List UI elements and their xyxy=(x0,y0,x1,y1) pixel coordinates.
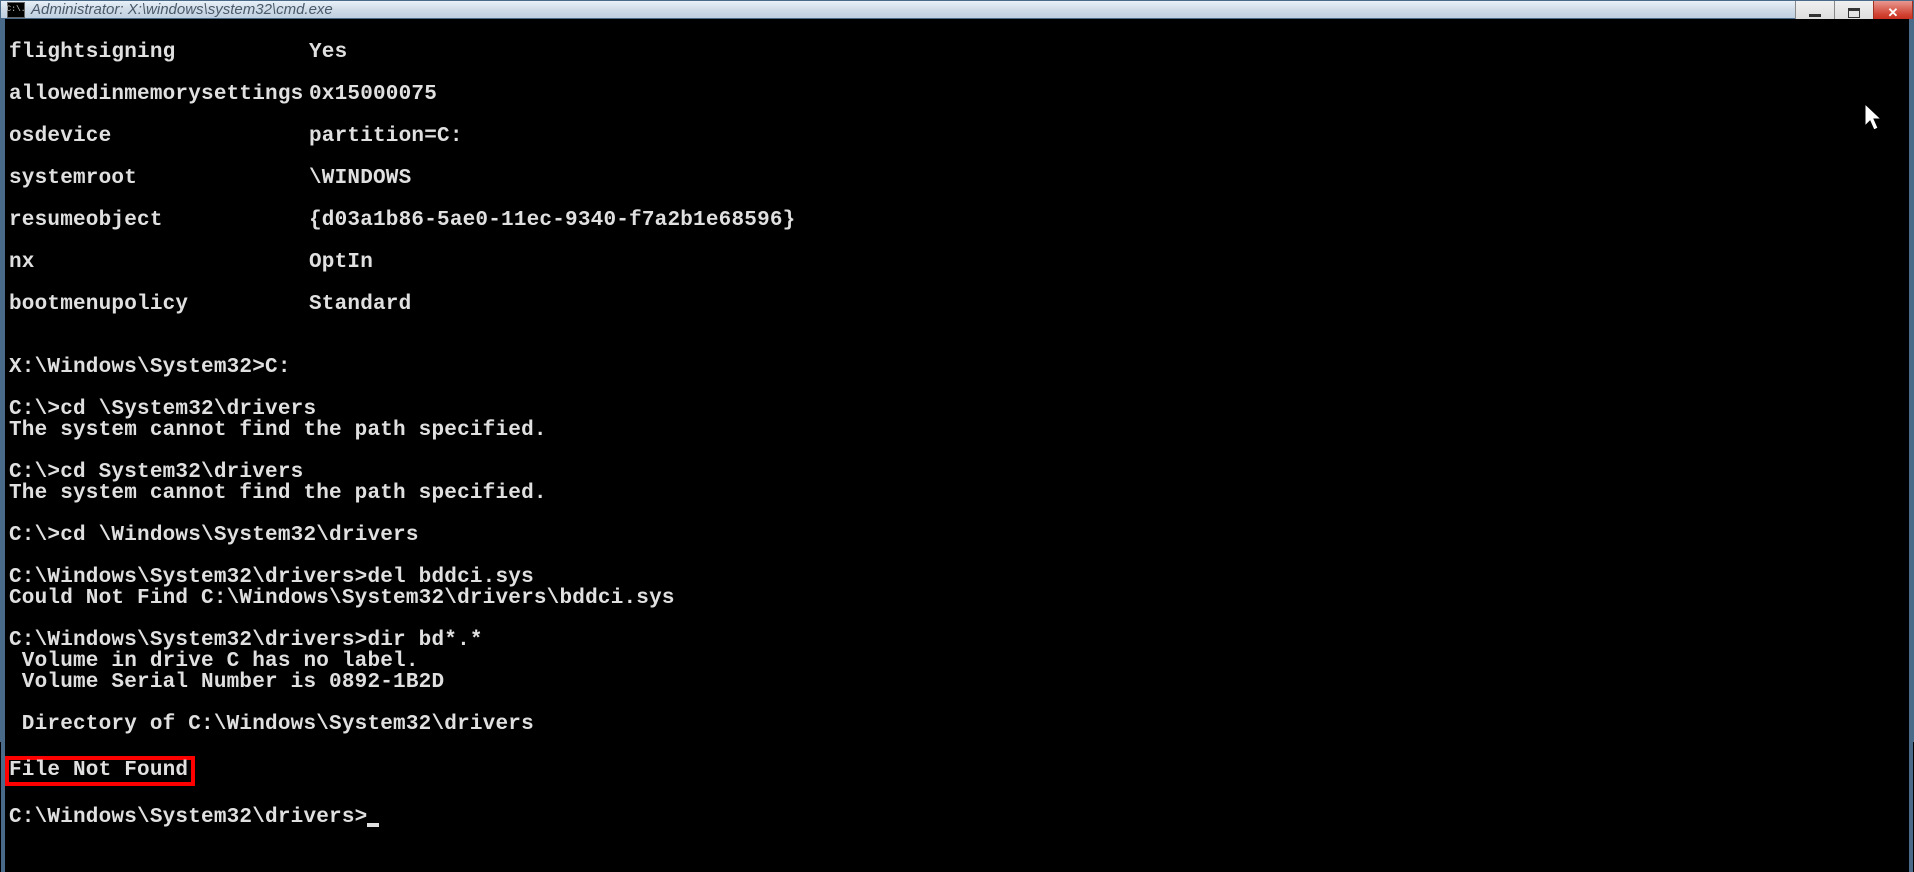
cmd-icon: C:\. xyxy=(7,2,25,18)
dir-line: Volume Serial Number is 0892-1B2D xyxy=(9,671,444,694)
cmd-window: C:\. Administrator: X:\windows\system32\… xyxy=(0,0,1914,742)
prompt-line: C:\>cd \Windows\System32\drivers xyxy=(9,524,419,547)
prompt-line: C:\Windows\System32\drivers>dir bd*.* xyxy=(9,629,483,652)
maximize-icon xyxy=(1848,8,1860,18)
file-not-found-text: File Not Found xyxy=(9,759,188,782)
prompt-line: C:\>cd System32\drivers xyxy=(9,461,303,484)
bootcfg-row: systemroot\WINDOWS xyxy=(9,168,1905,189)
bootcfg-row: flightsigningYes xyxy=(9,42,1905,63)
prompt-line: C:\>cd \System32\drivers xyxy=(9,398,316,421)
file-not-found-highlight: File Not Found xyxy=(5,756,195,786)
error-line: The system cannot find the path specifie… xyxy=(9,419,547,442)
bootcfg-row: bootmenupolicyStandard xyxy=(9,294,1905,315)
bootcfg-row: nxOptIn xyxy=(9,252,1905,273)
prompt-line: C:\Windows\System32\drivers>del bddci.sy… xyxy=(9,566,534,589)
terminal-output[interactable]: flightsigningYes allowedinmemorysettings… xyxy=(1,19,1913,872)
window-title: Administrator: X:\windows\system32\cmd.e… xyxy=(31,1,333,18)
text-cursor xyxy=(367,823,379,827)
dir-line: Directory of C:\Windows\System32\drivers xyxy=(9,713,534,736)
minimize-icon xyxy=(1809,14,1821,17)
prompt-line: X:\Windows\System32>C: xyxy=(9,356,291,379)
titlebar[interactable]: C:\. Administrator: X:\windows\system32\… xyxy=(1,1,1913,19)
bootcfg-row: allowedinmemorysettings0x15000075 xyxy=(9,84,1905,105)
error-line: The system cannot find the path specifie… xyxy=(9,482,547,505)
dir-line: Volume in drive C has no label. xyxy=(9,650,419,673)
bootcfg-row: osdevicepartition=C: xyxy=(9,126,1905,147)
bootcfg-row: resumeobject{d03a1b86-5ae0-11ec-9340-f7a… xyxy=(9,210,1905,231)
current-prompt[interactable]: C:\Windows\System32\drivers> xyxy=(9,806,367,829)
error-line: Could Not Find C:\Windows\System32\drive… xyxy=(9,587,675,610)
